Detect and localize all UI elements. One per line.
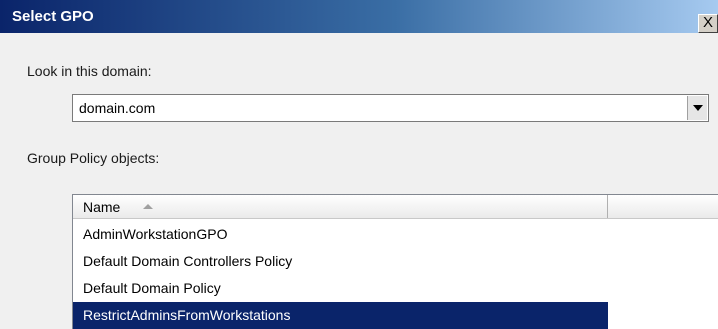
gpo-label: Group Policy objects: [27, 150, 160, 166]
domain-combobox[interactable]: domain.com [72, 94, 709, 122]
gpo-row[interactable]: Default Domain Policy [73, 275, 608, 302]
gpo-name: AdminWorkstationGPO [83, 226, 228, 242]
dropdown-arrow-icon[interactable] [687, 96, 707, 120]
gpo-name: RestrictAdminsFromWorkstations [83, 307, 291, 323]
column-header-2[interactable] [608, 195, 718, 218]
column-header-name[interactable]: Name [73, 195, 608, 218]
gpo-row[interactable]: Default Domain Controllers Policy [73, 248, 608, 275]
gpo-row-selected[interactable]: RestrictAdminsFromWorkstations [73, 302, 608, 329]
list-header: Name [73, 195, 718, 219]
close-button[interactable]: X [698, 14, 718, 33]
domain-value: domain.com [79, 100, 156, 116]
domain-label: Look in this domain: [27, 63, 152, 79]
column-header-name-label: Name [83, 199, 121, 215]
dialog-title: Select GPO [12, 8, 94, 25]
gpo-rows: AdminWorkstationGPO Default Domain Contr… [73, 221, 718, 329]
select-gpo-dialog: Select GPO X Look in this domain: domain… [0, 0, 718, 329]
gpo-row[interactable]: AdminWorkstationGPO [73, 221, 608, 248]
gpo-list[interactable]: Name AdminWorkstationGPO Default Domain … [72, 194, 718, 329]
gpo-name: Default Domain Controllers Policy [83, 253, 293, 269]
gpo-name: Default Domain Policy [83, 280, 221, 296]
sort-ascending-icon [143, 204, 153, 209]
title-bar[interactable]: Select GPO X [0, 0, 718, 33]
